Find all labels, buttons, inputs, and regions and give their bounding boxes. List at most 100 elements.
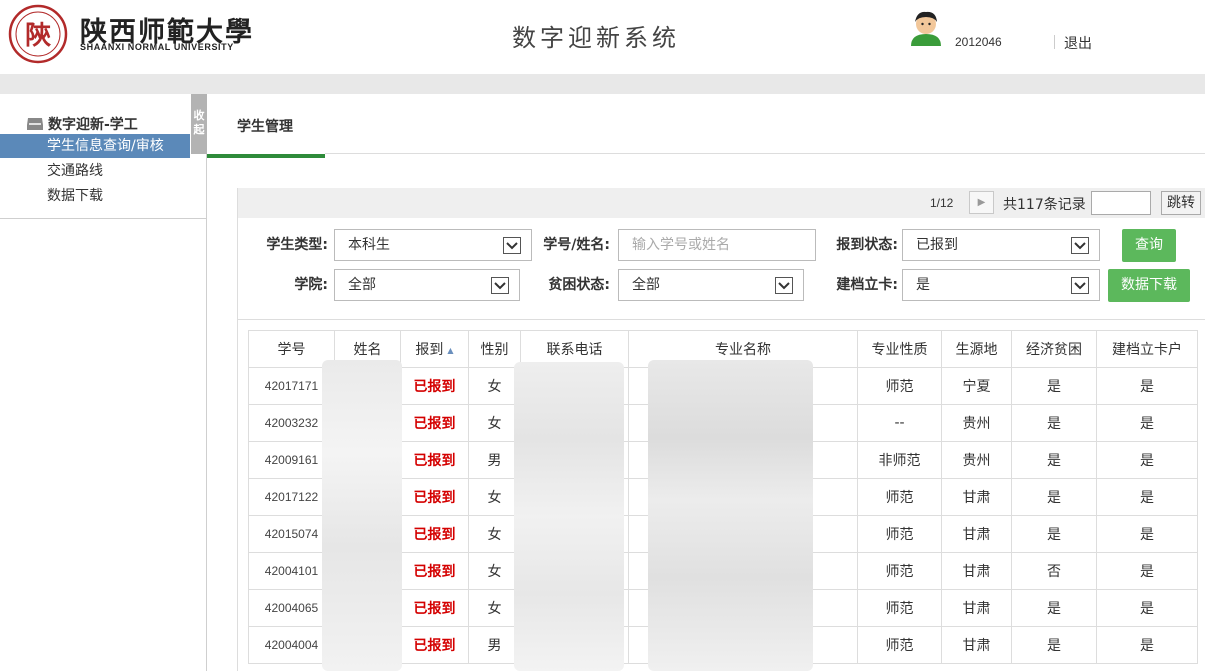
- cell-economic-poverty: 是: [1011, 589, 1097, 627]
- sidebar-divider: [0, 218, 206, 219]
- col-header-gender[interactable]: 性别: [468, 330, 521, 368]
- privacy-blur-major: [648, 360, 813, 671]
- cell-major-nature: 师范: [857, 589, 942, 627]
- cell-origin: 贵州: [941, 404, 1012, 442]
- cell-gender: 男: [468, 626, 521, 664]
- cell-archived-household: 是: [1096, 367, 1198, 405]
- cell-origin: 宁夏: [941, 367, 1012, 405]
- chevron-down-icon: [503, 237, 521, 254]
- query-button[interactable]: 查询: [1122, 229, 1176, 262]
- col-header-major-nature[interactable]: 专业性质: [857, 330, 942, 368]
- cell-report-status: 已报到: [400, 515, 469, 553]
- cell-gender: 女: [468, 552, 521, 590]
- college-label: 学院:: [294, 277, 328, 293]
- cell-origin: 贵州: [941, 441, 1012, 479]
- chevron-down-icon: [491, 277, 509, 294]
- tab-label: 学生管理: [237, 119, 293, 135]
- col-header-origin[interactable]: 生源地: [941, 330, 1012, 368]
- cell-origin: 甘肃: [941, 626, 1012, 664]
- svg-text:陝: 陝: [25, 21, 52, 51]
- cell-economic-poverty: 是: [1011, 515, 1097, 553]
- cell-major-nature: 师范: [857, 515, 942, 553]
- cell-archived-household: 是: [1096, 404, 1198, 442]
- cell-major-nature: 师范: [857, 367, 942, 405]
- cell-gender: 女: [468, 478, 521, 516]
- inbox-icon: [27, 118, 43, 130]
- poverty-status-label: 贫困状态:: [548, 277, 610, 293]
- cell-major-nature: 师范: [857, 478, 942, 516]
- university-seal-logo: 陝: [8, 4, 68, 64]
- next-page-button[interactable]: ▶: [969, 191, 994, 214]
- header-divider: [1054, 35, 1055, 49]
- col-header-economic-poverty[interactable]: 经济贫困: [1011, 330, 1097, 368]
- cell-economic-poverty: 是: [1011, 626, 1097, 664]
- cell-report-status: 已报到: [400, 441, 469, 479]
- cell-origin: 甘肃: [941, 515, 1012, 553]
- sidebar-collapse-label: 收起: [193, 109, 205, 136]
- sidebar-section-title[interactable]: 数字迎新-学工: [26, 114, 138, 134]
- chevron-down-icon: [775, 277, 793, 294]
- university-name-en: SHAANXI NORMAL UNIVERSITY: [80, 42, 234, 52]
- cell-origin: 甘肃: [941, 552, 1012, 590]
- cell-economic-poverty: 是: [1011, 404, 1097, 442]
- cell-gender: 女: [468, 589, 521, 627]
- col-header-report[interactable]: 报到 ▲: [400, 330, 469, 368]
- cell-report-status: 已报到: [400, 589, 469, 627]
- id-name-input[interactable]: 输入学号或姓名: [618, 229, 816, 261]
- college-value: 全部: [348, 277, 376, 293]
- sidebar-item-traffic-route[interactable]: 交通路线: [0, 159, 190, 183]
- report-status-label: 报到状态:: [836, 237, 898, 253]
- cell-archived-household: 是: [1096, 478, 1198, 516]
- cell-report-status: 已报到: [400, 404, 469, 442]
- data-download-button[interactable]: 数据下载: [1108, 269, 1190, 302]
- cell-archived-household: 是: [1096, 626, 1198, 664]
- user-id: 2012046: [955, 35, 1002, 49]
- sidebar: 数字迎新-学工 学生信息查询/审核 交通路线 数据下载 收起: [0, 94, 207, 671]
- header-gray-bar: [0, 74, 1205, 94]
- sidebar-section-label: 数字迎新-学工: [48, 117, 138, 133]
- tab-student-management[interactable]: 学生管理: [207, 94, 325, 158]
- report-status-value: 已报到: [916, 237, 958, 253]
- cell-report-status: 已报到: [400, 367, 469, 405]
- col-header-report-label: 报到: [415, 342, 444, 358]
- logout-link[interactable]: 退出: [1064, 33, 1092, 53]
- page-indicator: 1/12: [930, 196, 954, 210]
- tab-baseline: [325, 153, 1205, 154]
- cell-origin: 甘肃: [941, 478, 1012, 516]
- sidebar-collapse-toggle[interactable]: 收起: [191, 94, 207, 154]
- poverty-status-value: 全部: [632, 277, 660, 293]
- cell-economic-poverty: 是: [1011, 478, 1097, 516]
- sidebar-item-data-download[interactable]: 数据下载: [0, 184, 190, 208]
- filter-divider: [238, 319, 1205, 320]
- id-name-label: 学号/姓名:: [543, 237, 610, 253]
- chevron-down-icon: [1071, 277, 1089, 294]
- cell-origin: 甘肃: [941, 589, 1012, 627]
- cell-economic-poverty: 否: [1011, 552, 1097, 590]
- app-title: 数字迎新系统: [512, 24, 680, 52]
- page-jump-input[interactable]: [1091, 191, 1151, 215]
- cell-report-status: 已报到: [400, 626, 469, 664]
- col-header-student-id[interactable]: 学号: [248, 330, 335, 368]
- archive-card-select[interactable]: 是: [902, 269, 1100, 301]
- cell-major-nature: 师范: [857, 626, 942, 664]
- report-status-select[interactable]: 已报到: [902, 229, 1100, 261]
- sidebar-item-student-info[interactable]: 学生信息查询/审核: [0, 134, 190, 158]
- jump-button[interactable]: 跳转: [1161, 191, 1201, 215]
- cell-economic-poverty: 是: [1011, 441, 1097, 479]
- cell-report-status: 已报到: [400, 552, 469, 590]
- poverty-status-select[interactable]: 全部: [618, 269, 804, 301]
- cell-major-nature: --: [857, 404, 942, 442]
- student-type-value: 本科生: [348, 237, 390, 253]
- col-header-archived-household[interactable]: 建档立卡户: [1096, 330, 1198, 368]
- cell-report-status: 已报到: [400, 478, 469, 516]
- archive-card-label: 建档立卡:: [836, 277, 898, 293]
- privacy-blur-phone: [514, 362, 624, 671]
- user-avatar-icon[interactable]: [907, 8, 945, 46]
- student-type-select[interactable]: 本科生: [334, 229, 532, 261]
- sort-ascending-icon: ▲: [447, 345, 454, 355]
- chevron-down-icon: [1071, 237, 1089, 254]
- cell-economic-poverty: 是: [1011, 367, 1097, 405]
- college-select[interactable]: 全部: [334, 269, 520, 301]
- header: 陝 陕西师範大學 SHAANXI NORMAL UNIVERSITY 数字迎新系…: [0, 0, 1205, 74]
- student-type-label: 学生类型:: [266, 237, 328, 253]
